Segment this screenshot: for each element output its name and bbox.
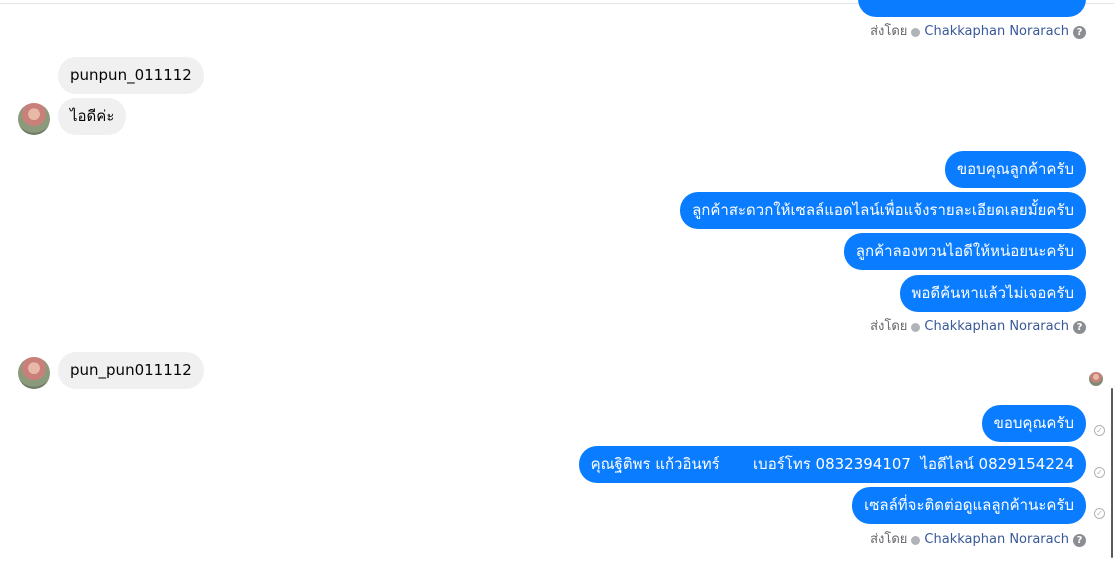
customer-avatar[interactable] — [18, 357, 50, 389]
incoming-message: punpun_011112 — [58, 57, 204, 94]
verified-badge-icon — [911, 27, 921, 37]
outgoing-message-partial — [858, 0, 1086, 17]
verified-badge-icon — [911, 322, 921, 332]
customer-avatar[interactable] — [18, 103, 50, 135]
sent-by-label: ส่งโดย — [870, 319, 908, 334]
outgoing-message: ขอบคุณลูกค้าครับ — [944, 151, 1086, 188]
check-circle-icon: ✓ — [1094, 425, 1105, 436]
check-circle-icon: ✓ — [1094, 467, 1105, 478]
sent-by-line: ส่งโดย Chakkaphan Norarach ? — [870, 318, 1086, 336]
incoming-message: ไอดีค่ะ — [58, 98, 127, 135]
sent-by-line: ส่งโดย Chakkaphan Norarach ? — [870, 531, 1086, 549]
scrollbar[interactable] — [1111, 388, 1113, 558]
sent-by-label: ส่งโดย — [870, 532, 908, 547]
verified-badge-icon — [911, 535, 921, 545]
incoming-message: pun_pun011112 — [58, 352, 204, 389]
outgoing-message: ลูกค้าสะดวกให้เซลล์แอดไลน์เพื่อแจ้งรายละ… — [680, 192, 1086, 229]
outgoing-message: ลูกค้าลองทวนไอดีให้หน่อยนะครับ — [843, 233, 1086, 270]
agent-name-link[interactable]: Chakkaphan Norarach — [924, 318, 1069, 336]
help-question-icon[interactable]: ? — [1073, 320, 1086, 334]
check-circle-icon: ✓ — [1094, 508, 1105, 519]
sent-by-label: ส่งโดย — [870, 24, 908, 39]
outgoing-message: ขอบคุณครับ — [981, 405, 1086, 442]
sent-by-line: ส่งโดย Chakkaphan Norarach ? — [870, 23, 1086, 41]
outgoing-message: คุณฐิติพร แก้วอินทร์ เบอร์โทร 0832394107… — [578, 446, 1086, 483]
agent-name-link[interactable]: Chakkaphan Norarach — [924, 531, 1069, 549]
help-question-icon[interactable]: ? — [1073, 25, 1086, 39]
help-question-icon[interactable]: ? — [1073, 533, 1086, 547]
outgoing-message: พอดีค้นหาแล้วไม่เจอครับ — [899, 275, 1086, 312]
agent-name-link[interactable]: Chakkaphan Norarach — [924, 23, 1069, 41]
outgoing-message: เซลล์ที่จะติดต่อดูแลลูกค้านะครับ — [852, 487, 1086, 524]
seen-by-avatar — [1089, 372, 1103, 386]
